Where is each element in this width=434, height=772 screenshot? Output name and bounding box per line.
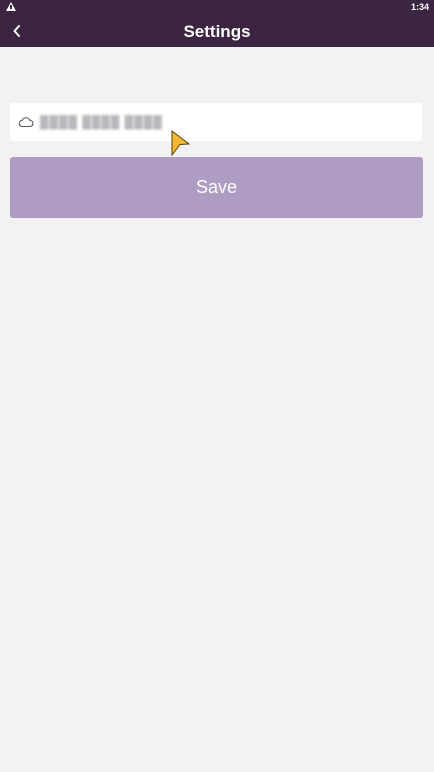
status-bar: 1:34 (0, 0, 434, 14)
app-header: 1:34 Settings (0, 0, 434, 47)
status-time: 1:34 (410, 2, 429, 12)
server-input-field[interactable]: ████ ████ ████ (10, 103, 422, 141)
page-title: Settings (183, 22, 251, 41)
save-button[interactable]: Save (10, 157, 423, 218)
save-button-label: Save (195, 177, 238, 197)
cloud-icon (18, 117, 34, 128)
server-input-value: ████ ████ ████ (40, 115, 163, 129)
warning-icon (6, 2, 16, 11)
